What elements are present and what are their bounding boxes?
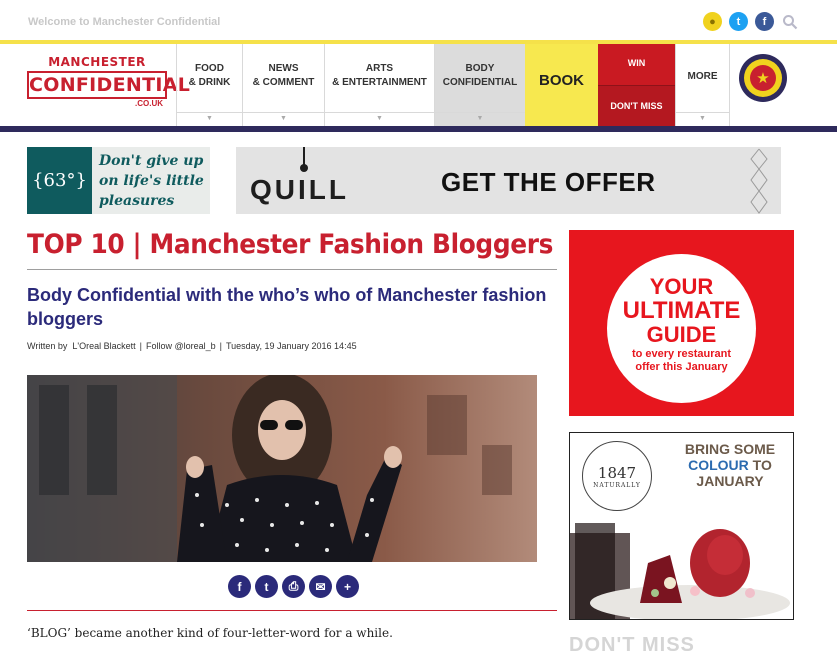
facebook-icon[interactable]: f bbox=[755, 12, 774, 31]
ad-1847-line-1: BRING SOME bbox=[684, 441, 776, 457]
byline: Written by L'Oreal Blackett | Follow @lore… bbox=[27, 341, 357, 351]
share-bar: f t ⎙ ✉ + bbox=[228, 575, 359, 598]
user-icon[interactable]: ● bbox=[703, 12, 722, 31]
nav-divider bbox=[243, 112, 324, 113]
ad-1847-restaurant[interactable]: 1847 NATURALLY BRING SOME COLOUR TO JANU… bbox=[569, 432, 794, 620]
nav-divider bbox=[729, 44, 730, 126]
author-link[interactable]: L'Oreal Blackett bbox=[72, 341, 135, 351]
ad-63-text: Don't give up on life's little pleasures bbox=[99, 153, 204, 209]
site-logo[interactable]: MANCHESTER CONFIDENTIAL .CO.UK bbox=[27, 55, 190, 112]
ad-1847-food-image bbox=[570, 523, 790, 619]
ad-1847-logo-number: 1847 bbox=[597, 463, 637, 482]
hero-image bbox=[27, 375, 537, 562]
article-headline: TOP 10 | Manchester Fashion Bloggers bbox=[27, 229, 554, 260]
ad-line-3: GUIDE bbox=[646, 322, 717, 347]
welcome-text: Welcome to Manchester Confidential bbox=[28, 16, 221, 28]
share-divider bbox=[27, 610, 557, 611]
ad-1847-logo-sub: NATURALLY bbox=[593, 481, 641, 489]
top-icons: ● t f bbox=[703, 12, 799, 31]
chevron-down-icon: ▼ bbox=[476, 115, 484, 122]
nav-divider bbox=[435, 112, 525, 113]
nav-label: FOOD & DRINK bbox=[188, 63, 231, 88]
facebook-icon[interactable]: f bbox=[228, 575, 251, 598]
diamond-pattern-icon bbox=[750, 148, 768, 214]
article-paragraph: ‘BLOG’ became another kind of four-lette… bbox=[27, 626, 393, 640]
nav-item-arts-entertainment[interactable]: ARTS & ENTERTAINMENT ▼ bbox=[324, 44, 434, 126]
email-icon[interactable]: ✉ bbox=[309, 575, 332, 598]
nav-item-body-confidential[interactable]: BODY CONFIDENTIAL ▼ bbox=[434, 44, 525, 126]
ad-1847-to: TO bbox=[752, 457, 772, 473]
nav-label: ARTS & ENTERTAINMENT bbox=[332, 63, 427, 88]
nav-label: BODY CONFIDENTIAL bbox=[442, 63, 518, 88]
ad-63-badge: {63°} bbox=[27, 147, 92, 214]
logo-line-1: MANCHESTER bbox=[48, 55, 146, 69]
nav-label: NEWS & COMMENT bbox=[252, 63, 315, 88]
nav-divider bbox=[177, 112, 242, 113]
ad-line-5: offer this January bbox=[635, 361, 728, 373]
quill-dot-decoration bbox=[300, 164, 308, 172]
nav-divider bbox=[676, 112, 729, 113]
ad-63-degrees[interactable]: {63°} Don't give up on life's little ple… bbox=[27, 147, 210, 214]
ad-quill-banner[interactable]: QUILL GET THE OFFER bbox=[236, 147, 781, 214]
nav-item-more[interactable]: MORE ▼ bbox=[675, 44, 729, 126]
publish-date: Tuesday, 19 January 2016 14:45 bbox=[225, 341, 357, 351]
nav-label: MORE bbox=[687, 71, 718, 82]
ad-line-2: ULTIMATE bbox=[622, 297, 741, 324]
logo-line-2: CONFIDENTIAL bbox=[27, 71, 190, 99]
star-badge-icon[interactable]: ★ bbox=[739, 54, 787, 102]
ad-line-4: to every restaurant bbox=[631, 348, 732, 360]
twitter-icon[interactable]: t bbox=[729, 12, 748, 31]
chevron-down-icon: ▼ bbox=[206, 115, 213, 122]
byline-prefix: Written by bbox=[27, 341, 68, 351]
follow-link[interactable]: Follow @loreal_b bbox=[146, 341, 216, 351]
print-icon[interactable]: ⎙ bbox=[282, 575, 305, 598]
article-subheading: Body Confidential with the who’s who of … bbox=[27, 285, 547, 329]
twitter-icon[interactable]: t bbox=[255, 575, 278, 598]
nav-divider bbox=[325, 112, 434, 113]
nav-bottom-bar bbox=[0, 126, 837, 132]
chevron-down-icon: ▼ bbox=[699, 115, 706, 122]
quill-cta: GET THE OFFER bbox=[441, 167, 656, 197]
logo-line-3: .CO.UK bbox=[135, 99, 163, 108]
nav-item-food-drink[interactable]: FOOD & DRINK ▼ bbox=[176, 44, 242, 126]
nav-item-dont-miss[interactable]: DON'T MISS bbox=[598, 85, 675, 126]
ad-1847-line-3: JANUARY bbox=[696, 473, 764, 489]
ad-1847-colour: COLOUR bbox=[688, 457, 749, 473]
search-icon[interactable] bbox=[781, 12, 799, 31]
nav-item-win[interactable]: WIN bbox=[598, 44, 675, 85]
main-nav: MANCHESTER CONFIDENTIAL .CO.UK FOOD & DR… bbox=[0, 44, 837, 126]
quill-line-decoration bbox=[303, 147, 305, 165]
chevron-down-icon: ▼ bbox=[376, 115, 383, 122]
ad-1847-headline: BRING SOME COLOUR TO JANUARY bbox=[670, 441, 790, 489]
top-bar: Welcome to Manchester Confidential ● t f bbox=[0, 0, 837, 42]
headline-divider bbox=[27, 269, 557, 270]
ad-restaurant-guide[interactable]: YOUR ULTIMATE GUIDE to every restaurant … bbox=[569, 230, 794, 416]
nav-item-news-comment[interactable]: NEWS & COMMENT ▼ bbox=[242, 44, 324, 126]
chevron-down-icon: ▼ bbox=[280, 115, 287, 122]
quill-brand: QUILL bbox=[250, 174, 349, 205]
more-icon[interactable]: + bbox=[336, 575, 359, 598]
nav-item-book[interactable]: BOOK bbox=[525, 44, 598, 126]
nav-label: BOOK bbox=[539, 72, 584, 89]
